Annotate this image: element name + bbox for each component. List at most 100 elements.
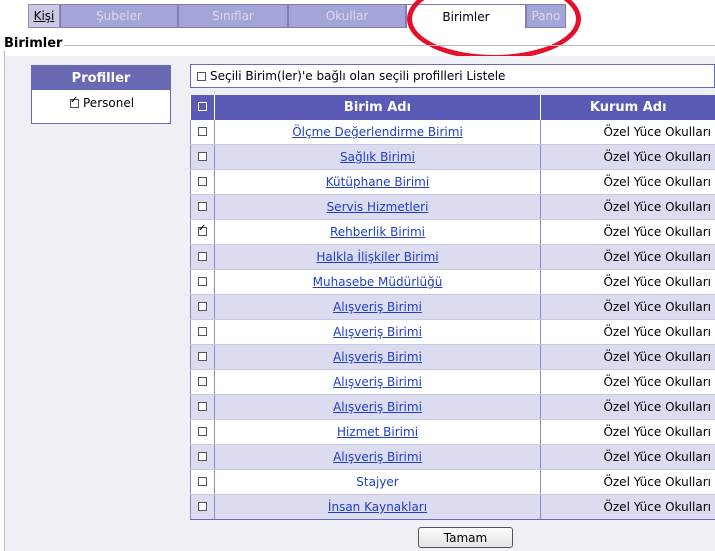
unit-name-link[interactable]: Alışveriş Birimi	[333, 300, 422, 314]
row-checkbox[interactable]	[198, 477, 207, 486]
unit-name-cell: Halkla İlişkiler Birimi	[214, 244, 541, 270]
row-checkbox[interactable]	[198, 177, 207, 186]
unit-name-cell: Rehberlik Birimi	[214, 219, 541, 245]
row-select-cell	[190, 494, 215, 520]
unit-name-cell: Kütüphane Birimi	[214, 169, 541, 195]
unit-name-cell: Alışveriş Birimi	[214, 369, 541, 395]
tab-subeler[interactable]: Şubeler	[60, 4, 178, 28]
unit-name-cell: Alışveriş Birimi	[214, 344, 541, 370]
profile-item-personel[interactable]: Personel	[32, 90, 170, 110]
unit-name-cell: Alışveriş Birimi	[214, 319, 541, 345]
row-select-cell	[190, 219, 215, 245]
row-checkbox[interactable]	[198, 402, 207, 411]
row-checkbox[interactable]	[198, 502, 207, 511]
unit-name-link[interactable]: Halkla İlişkiler Birimi	[316, 250, 438, 264]
institution-cell: Özel Yüce Okulları	[540, 344, 715, 370]
unit-name-link[interactable]: Kütüphane Birimi	[326, 175, 429, 189]
units-table: Birim Adı Kurum Adı Ölçme Değerlendirme …	[190, 95, 715, 520]
table-row: Halkla İlişkiler Birimi Özel Yüce Okullar…	[190, 244, 715, 270]
row-checkbox[interactable]	[198, 127, 207, 136]
unit-name-link[interactable]: Rehberlik Birimi	[330, 225, 425, 239]
ok-button[interactable]: Tamam	[418, 527, 513, 548]
table-row: Alışveriş Birimi Özel Yüce Okulları	[190, 369, 715, 395]
unit-name-link[interactable]: Alışveriş Birimi	[333, 375, 422, 389]
unit-name-link[interactable]: Alışveriş Birimi	[333, 450, 422, 464]
tab-kisi[interactable]: Kişi	[28, 4, 60, 28]
table-row: Hizmet Birimi Özel Yüce Okulları	[190, 419, 715, 445]
row-select-cell	[190, 269, 215, 295]
unit-name-link[interactable]: Hizmet Birimi	[337, 425, 418, 439]
table-row: Stajyer Özel Yüce Okulları	[190, 469, 715, 495]
row-checkbox[interactable]	[198, 377, 207, 386]
row-select-cell	[190, 469, 215, 495]
unit-name-link[interactable]: İnsan Kaynakları	[328, 500, 427, 514]
tab-okullar[interactable]: Okullar	[288, 4, 406, 28]
unit-name-cell: Alışveriş Birimi	[214, 294, 541, 320]
row-checkbox[interactable]	[198, 452, 207, 461]
institution-cell: Özel Yüce Okulları	[540, 494, 715, 520]
table-row: Muhasebe Müdürlüğü Özel Yüce Okulları	[190, 269, 715, 295]
unit-name-cell: Alışveriş Birimi	[214, 394, 541, 420]
unit-name-link[interactable]: Ölçme Değerlendirme Birimi	[292, 125, 463, 139]
profile-label: Personel	[83, 96, 135, 110]
unit-name-cell: Hizmet Birimi	[214, 419, 541, 445]
row-checkbox[interactable]	[198, 327, 207, 336]
table-row: Ölçme Değerlendirme Birimi Özel Yüce Okul…	[190, 120, 715, 145]
profile-checkbox[interactable]	[70, 95, 79, 108]
row-checkbox[interactable]	[198, 302, 207, 311]
unit-name-cell: Muhasebe Müdürlüğü	[214, 269, 541, 295]
select-all-cell[interactable]	[190, 95, 215, 120]
row-select-cell	[190, 244, 215, 270]
unit-name-link[interactable]: Servis Hizmetleri	[327, 200, 429, 214]
filter-checkbox[interactable]	[197, 71, 206, 81]
institution-cell: Özel Yüce Okulları	[540, 294, 715, 320]
institution-cell: Özel Yüce Okulları	[540, 469, 715, 495]
institution-cell: Özel Yüce Okulları	[540, 444, 715, 470]
unit-name-cell: İnsan Kaynakları	[214, 494, 541, 520]
row-select-cell	[190, 169, 215, 195]
row-checkbox[interactable]	[198, 202, 207, 211]
table-row: Alışveriş Birimi Özel Yüce Okulları	[190, 294, 715, 320]
row-checkbox[interactable]	[198, 352, 207, 361]
column-header-institution: Kurum Adı	[540, 95, 715, 120]
row-select-cell	[190, 120, 215, 145]
profiles-header: Profiller	[32, 66, 170, 90]
row-select-cell	[190, 294, 215, 320]
profiles-box: Profiller Personel	[31, 65, 171, 124]
unit-name-cell: Alışveriş Birimi	[214, 444, 541, 470]
section-title: Birimler	[4, 36, 65, 51]
unit-name-link[interactable]: Alışveriş Birimi	[333, 325, 422, 339]
row-select-cell	[190, 444, 215, 470]
table-row: Rehberlik Birimi Özel Yüce Okulları	[190, 219, 715, 245]
unit-name-link[interactable]: Alışveriş Birimi	[333, 400, 422, 414]
column-header-name: Birim Adı	[214, 95, 541, 120]
table-row: Sağlık Birimi Özel Yüce Okulları	[190, 144, 715, 170]
row-select-cell	[190, 344, 215, 370]
row-checkbox[interactable]	[198, 252, 207, 261]
table-row: Alışveriş Birimi Özel Yüce Okulları	[190, 394, 715, 420]
unit-name-link[interactable]: Sağlık Birimi	[340, 150, 415, 164]
row-select-cell	[190, 419, 215, 445]
tab-siniflar[interactable]: Sınıflar	[178, 4, 288, 28]
table-row: Alışveriş Birimi Özel Yüce Okulları	[190, 344, 715, 370]
row-select-cell	[190, 319, 215, 345]
table-row: Alışveriş Birimi Özel Yüce Okulları	[190, 444, 715, 470]
row-checkbox[interactable]	[198, 427, 207, 436]
unit-name-text: Stajyer	[356, 475, 399, 489]
institution-cell: Özel Yüce Okulları	[540, 194, 715, 220]
row-checkbox[interactable]	[198, 152, 207, 161]
row-checkbox[interactable]	[198, 223, 207, 236]
filter-option[interactable]: Seçili Birim(ler)'e bağlı olan seçili pr…	[190, 64, 715, 88]
table-header-row: Birim Adı Kurum Adı	[190, 95, 715, 120]
highlight-circle	[407, 0, 581, 60]
institution-cell: Özel Yüce Okulları	[540, 244, 715, 270]
row-checkbox[interactable]	[198, 277, 207, 286]
institution-cell: Özel Yüce Okulları	[540, 319, 715, 345]
unit-name-link[interactable]: Alışveriş Birimi	[333, 350, 422, 364]
institution-cell: Özel Yüce Okulları	[540, 269, 715, 295]
row-select-cell	[190, 144, 215, 170]
select-all-checkbox[interactable]	[198, 102, 207, 111]
unit-name-link[interactable]: Muhasebe Müdürlüğü	[313, 275, 443, 289]
row-select-cell	[190, 394, 215, 420]
table-row: Servis Hizmetleri Özel Yüce Okulları	[190, 194, 715, 220]
